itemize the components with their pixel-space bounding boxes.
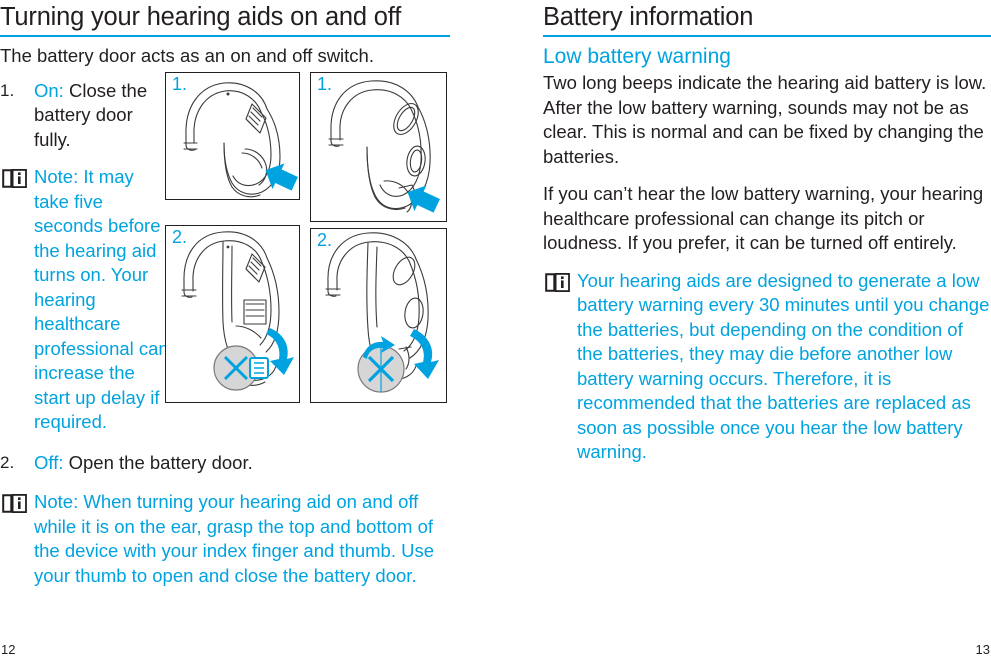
step-1-number: 1. <box>0 80 15 100</box>
consult-instructions-icon <box>545 272 570 292</box>
list-item-step-2: 2. Off: Open the battery door. <box>0 451 440 476</box>
note-startup-delay: Note: It may take five seconds before th… <box>0 165 172 435</box>
step-2-text: Off: Open the battery door. <box>34 451 440 476</box>
consult-instructions-icon <box>2 493 27 514</box>
list-item-step-1: 1. On: Close the battery door fully. <box>0 79 168 153</box>
left-title-rule <box>0 35 450 37</box>
note-low-battery-interval-text: Your hearing aids are designed to genera… <box>577 269 990 463</box>
figure-close-battery-door-b: 1. <box>310 72 447 222</box>
page-number-left: 12 <box>1 642 16 657</box>
right-title-rule <box>543 35 991 37</box>
figure-1a-label: 1. <box>172 74 188 94</box>
step-2-number: 2. <box>0 452 15 472</box>
note-on-ear-handling-text: Note: When turning your hearing aid on a… <box>34 491 435 586</box>
step-1-lead: On: <box>34 79 64 101</box>
direction-arrow-icon <box>266 328 294 375</box>
document-page: Turning your hearing aids on and off The… <box>0 0 991 669</box>
note-low-battery-interval: Your hearing aids are designed to genera… <box>543 269 991 465</box>
consult-instructions-icon <box>2 168 27 189</box>
step-1-text: On: Close the battery door fully. <box>34 79 168 153</box>
figure-close-battery-door-a: 1. <box>165 72 300 200</box>
right-column: Battery information Low battery warning … <box>543 0 991 465</box>
figure-2b-label: 2. <box>317 230 333 250</box>
left-page-title: Turning your hearing aids on and off <box>0 3 402 31</box>
step-2-body: Open the battery door. <box>63 451 253 473</box>
low-battery-warning-subheading: Low battery warning <box>543 45 731 68</box>
step-2-lead: Off: <box>34 451 64 473</box>
right-paragraph-2: If you can’t hear the low battery warnin… <box>543 183 984 253</box>
figure-open-battery-door-b: 2. <box>310 228 447 403</box>
note-startup-delay-text: Note: It may take five seconds before th… <box>34 166 169 432</box>
figure-1b-label: 1. <box>317 74 333 94</box>
page-number-right: 13 <box>975 642 990 657</box>
right-page-title: Battery information <box>543 3 754 31</box>
figure-open-battery-door-a: 2. <box>165 225 300 403</box>
figure-2a-label: 2. <box>172 227 188 247</box>
right-paragraph-1: Two long beeps indicate the hearing aid … <box>543 72 987 167</box>
note-on-ear-handling: Note: When turning your hearing aid on a… <box>0 490 450 588</box>
left-intro-text: The battery door acts as an on and off s… <box>0 45 374 66</box>
